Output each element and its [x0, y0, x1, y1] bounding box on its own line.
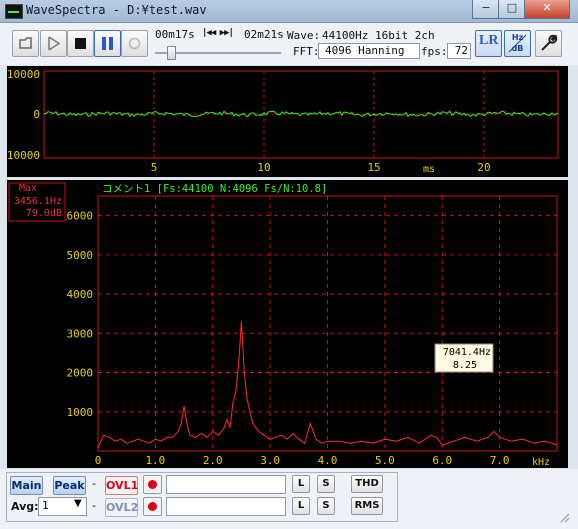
spectrum-y-tick: 6000 [67, 210, 94, 223]
maximize-button[interactable]: □ [498, 0, 526, 19]
scope-x-unit: ms [423, 164, 435, 175]
record-icon [128, 37, 141, 50]
spectrum-panel[interactable]: 0 1.0 2.0 3.0 4.0 5.0 6.0 7.0 1000 2000 3000 4000 50… [7, 180, 568, 468]
spectrum-x-tick: 5.0 [375, 454, 395, 467]
ovl2-name-field[interactable] [166, 497, 286, 516]
fps-label: fps: [421, 45, 448, 58]
pause-button[interactable] [94, 30, 121, 57]
spectrum-x-tick: 4.0 [318, 454, 338, 467]
ovl1-name-field[interactable] [166, 475, 286, 494]
scope-x-tick: 10 [257, 161, 270, 174]
ovl2-button[interactable]: OVL2 [105, 498, 138, 517]
waveform-trace [43, 110, 559, 118]
spectrum-x-tick: 0 [95, 454, 102, 467]
chevron-down-icon: ▼ [74, 498, 82, 509]
seek-thumb[interactable] [167, 46, 176, 60]
spectrum-y-tick: 3000 [67, 327, 94, 340]
spectrum-y-tick: 5000 [67, 249, 94, 262]
hz-db-icon [508, 34, 527, 53]
peak-button[interactable]: Peak [53, 476, 86, 495]
spectrum-chart: 0 1.0 2.0 3.0 4.0 5.0 6.0 7.0 1000 2000 3000 4000 50… [8, 182, 558, 468]
ovl2-save-button[interactable]: S [317, 497, 335, 515]
fft-setting[interactable]: 4096 Hanning [318, 43, 420, 59]
separator-dash: - [92, 499, 96, 512]
play-icon [48, 36, 61, 51]
spectrum-x-tick: 1.0 [145, 454, 165, 467]
wave-format: 44100Hz 16bit 2ch [322, 29, 435, 42]
separator-dash: - [92, 477, 96, 490]
stop-button[interactable] [67, 30, 94, 57]
title-bar: WaveSpectra - D:¥test.wav − □ ✕ [0, 0, 578, 23]
resize-grip-icon[interactable] [560, 512, 570, 523]
seek-buttons[interactable]: |◀◀ ▶▶| [202, 28, 234, 38]
lr-channel-button[interactable]: LR [475, 30, 502, 57]
spectrum-y-tick: 1000 [67, 406, 94, 419]
ovl2-record-button[interactable] [143, 497, 162, 516]
hz-db-button[interactable]: Hz dB [504, 30, 531, 57]
max-frequency: 3456.1Hz [14, 196, 62, 207]
max-label: Max [19, 183, 37, 194]
pause-icon [102, 37, 113, 50]
wave-label: Wave: [287, 29, 321, 42]
thd-button[interactable]: THD [351, 475, 383, 493]
ovl1-save-button[interactable]: S [317, 475, 335, 493]
waveform-chart: 10000 0 -10000 5 10 15 ms 20 [0, 68, 559, 175]
avg-select[interactable]: 1 ▼ [38, 497, 87, 516]
scope-x-tick: 5 [151, 161, 158, 174]
scope-x-tick: 20 [477, 161, 490, 174]
main-button[interactable]: Main [10, 476, 43, 495]
scope-y-tick: 10000 [7, 68, 40, 81]
seek-slider[interactable] [155, 46, 281, 60]
window-title: WaveSpectra - D:¥test.wav [26, 3, 207, 17]
wrench-icon [541, 34, 558, 51]
ovl1-load-button[interactable]: L [292, 475, 310, 493]
play-button[interactable] [40, 30, 67, 57]
max-level: 79.0dB [26, 208, 62, 219]
open-file-button[interactable] [12, 30, 39, 57]
spectrum-gridlines [98, 196, 557, 451]
elapsed-time: 00m17s [155, 28, 195, 41]
settings-button[interactable] [535, 30, 562, 57]
ovl1-record-button[interactable] [143, 475, 162, 494]
ovl2-load-button[interactable]: L [292, 497, 310, 515]
close-button[interactable]: ✕ [524, 0, 570, 19]
app-icon [5, 4, 23, 19]
spectrum-x-tick: 2.0 [203, 454, 223, 467]
spectrum-x-tick: 6.0 [432, 454, 452, 467]
scope-y-tick: -10000 [7, 149, 40, 162]
fft-label: FFT: [293, 45, 320, 58]
spectrum-y-tick: 4000 [67, 288, 94, 301]
scope-x-tick: 15 [367, 161, 380, 174]
total-time: 02m21s [244, 28, 284, 41]
fps-value[interactable]: 72 [447, 43, 471, 59]
ovl1-button[interactable]: OVL1 [105, 476, 138, 495]
record-button[interactable] [121, 30, 148, 57]
scope-y-tick: 0 [33, 108, 40, 121]
spectrum-x-unit: kHz [532, 457, 550, 468]
avg-value: 1 [42, 499, 49, 512]
minimize-button[interactable]: − [472, 0, 500, 19]
spectrum-comment: コメント1 [Fs:44100 N:4096 Fs/N:10.8] [102, 183, 327, 195]
cursor-value: 8.25 [453, 360, 477, 371]
lr-label: LR [479, 33, 499, 48]
cursor-frequency: 7041.4Hz [443, 347, 491, 358]
open-file-icon [19, 37, 32, 49]
spectrum-y-tick: 2000 [67, 367, 94, 380]
spectrum-tick-labels: 0 1.0 2.0 3.0 4.0 5.0 6.0 7.0 1000 2000 3000 4000 50… [67, 210, 510, 467]
spectrum-x-tick: 3.0 [260, 454, 280, 467]
stop-icon [75, 38, 86, 49]
spectrum-x-tick: 7.0 [490, 454, 510, 467]
waveform-panel[interactable]: 10000 0 -10000 5 10 15 ms 20 [0, 66, 568, 177]
rms-button[interactable]: RMS [351, 497, 383, 515]
avg-label: Avg: [11, 500, 39, 513]
